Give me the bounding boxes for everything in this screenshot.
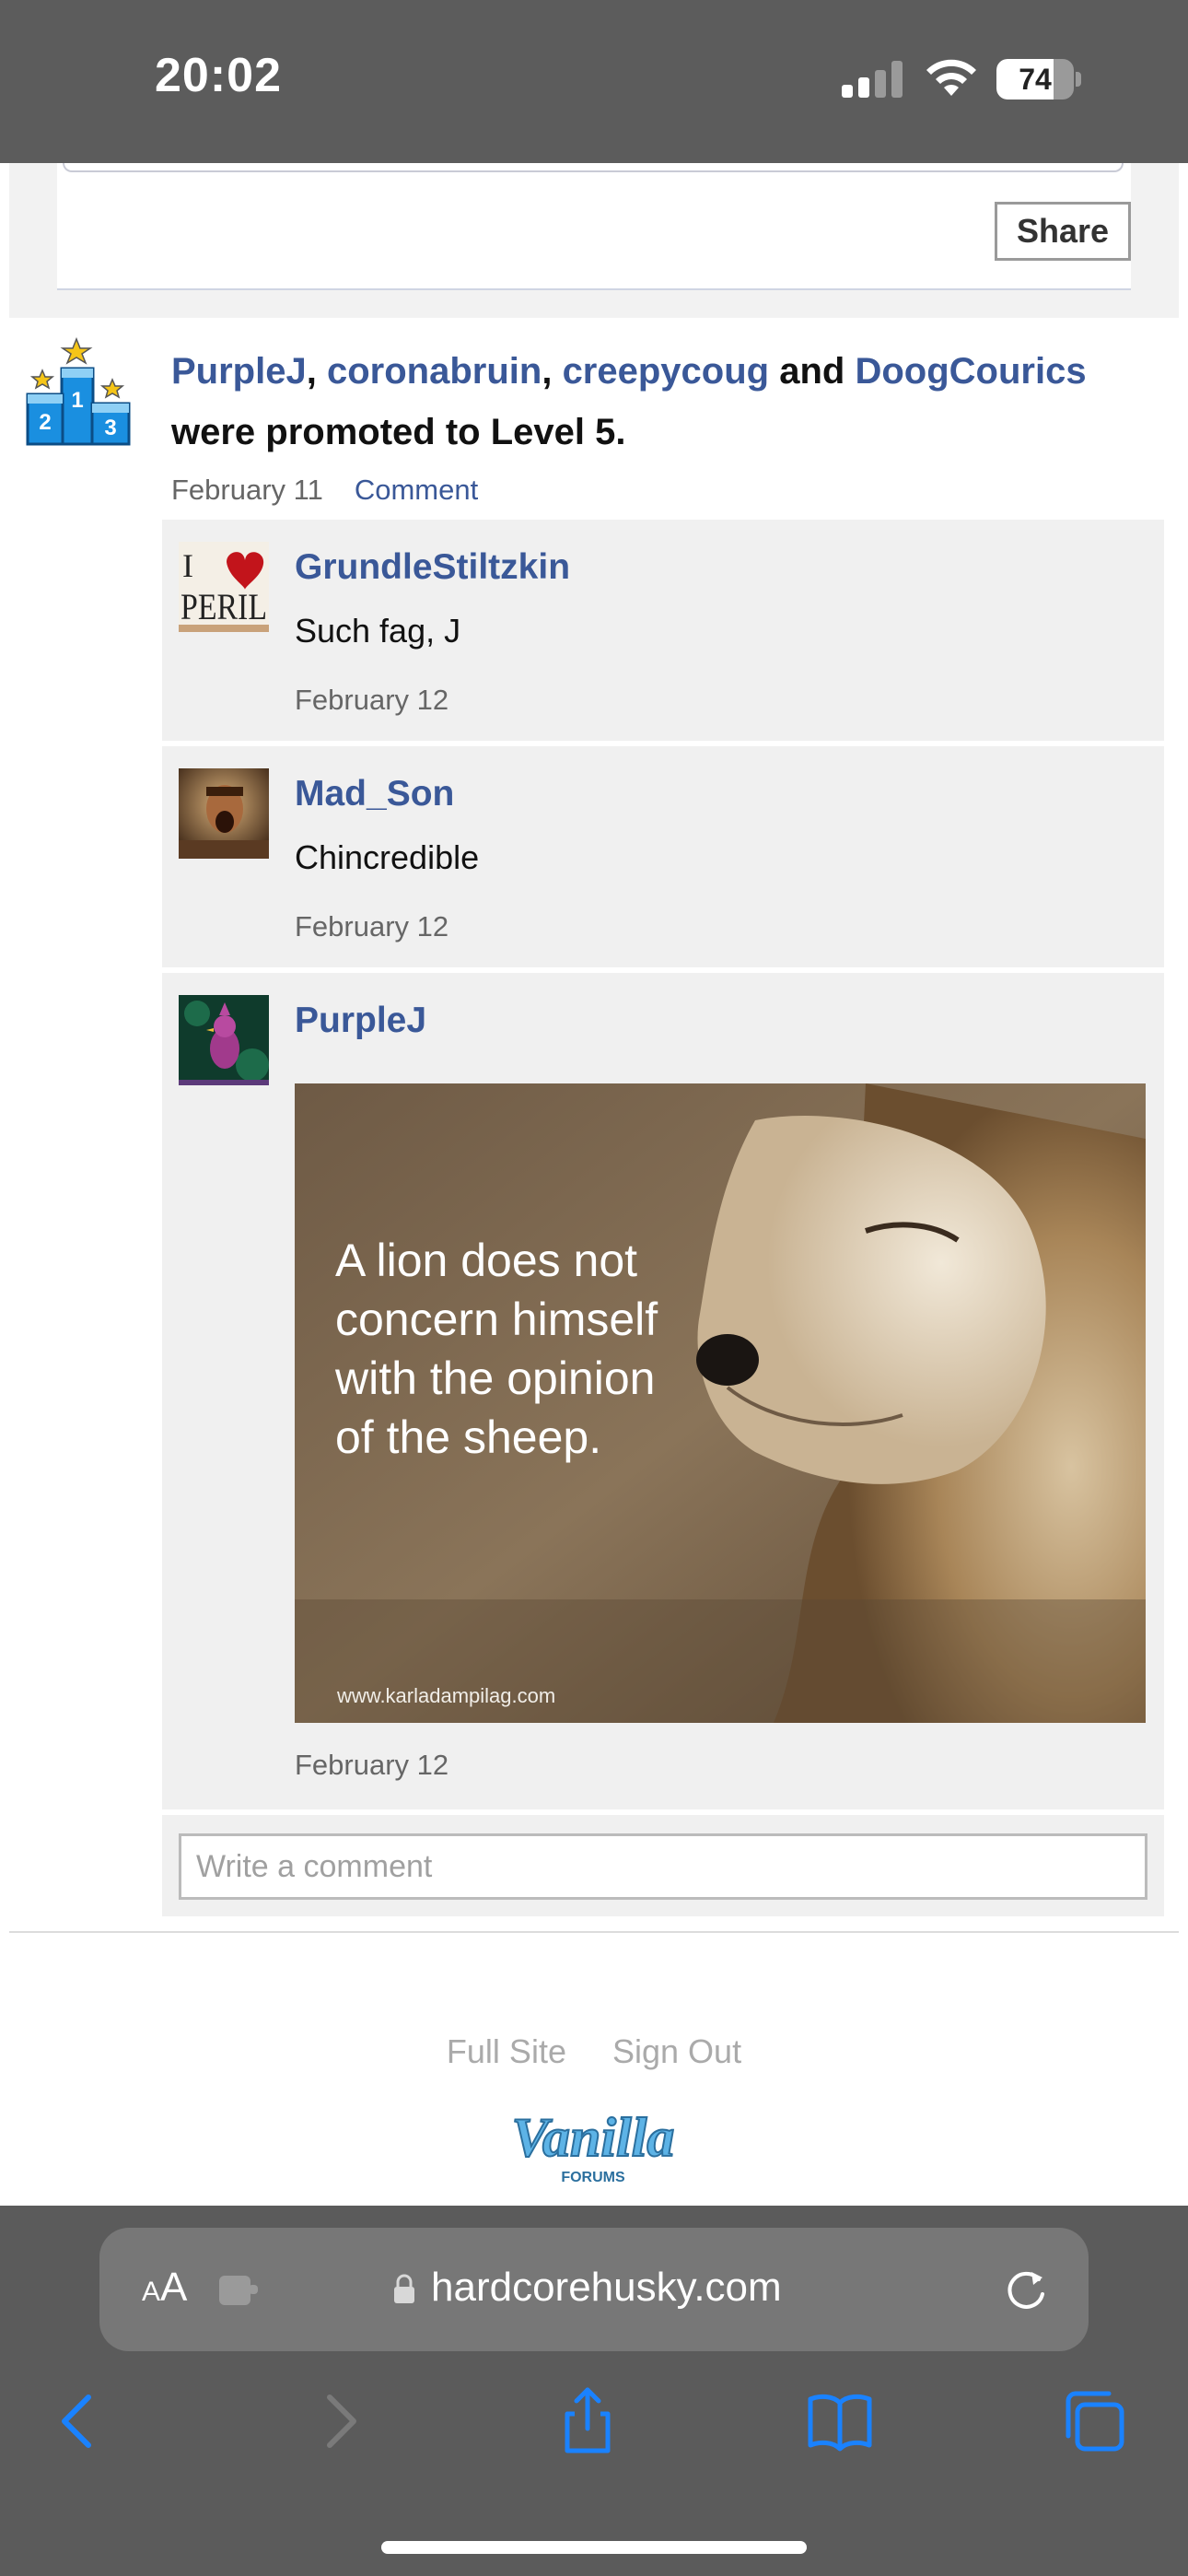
comment-date: February 12 [295,1749,449,1781]
user-link-coronabruin[interactable]: coronabruin [327,351,542,392]
footer-links: Full Site Sign Out [0,2032,1188,2071]
lion-quote-text: A lion does not concern himself with the… [335,1235,658,1463]
logo-text: Vanilla [512,2107,675,2168]
address-bar[interactable]: AA hardcorehusky.com [99,2228,1089,2351]
i-heart-peril-avatar[interactable]: I PERIL [179,542,269,632]
warrior-avatar[interactable] [179,768,269,859]
forward-icon[interactable] [302,2386,372,2456]
previous-post-input-edge [63,163,1124,172]
comment-author[interactable]: PurpleJ [295,1001,426,1041]
share-button[interactable]: Share [995,202,1131,261]
browser-nav-row [0,2386,1188,2469]
and-text: and [779,351,845,392]
comment-item: I PERIL GrundleStiltzkin Such fag, J Feb… [162,520,1164,741]
activity-text: PurpleJ, coronabruin, creepycoug and Doo… [171,341,1166,463]
comment-body: Chincredible [295,838,480,876]
sign-out-link[interactable]: Sign Out [612,2032,741,2070]
activity-meta: February 11 Comment [171,474,478,507]
user-link-creepycoug[interactable]: creepycoug [563,351,770,392]
podium-number-3: 3 [104,416,116,440]
previous-post-card [57,163,1131,290]
cellular-signal-icon [842,61,904,98]
share-icon[interactable] [553,2386,623,2456]
vanilla-forums-logo[interactable]: Vanilla FORUMS [494,2099,693,2191]
divider [9,1931,1179,1933]
write-comment-box [162,1815,1164,1916]
comment-body: Such fag, J [295,612,461,650]
full-site-link[interactable]: Full Site [447,2032,566,2070]
wifi-icon [926,59,976,96]
bookmarks-icon[interactable] [805,2386,875,2456]
extension-icon[interactable] [217,2270,260,2307]
avatar-letter: I [182,547,193,584]
status-bar: 20:02 74 [0,0,1188,163]
comment-author[interactable]: GrundleStiltzkin [295,547,570,588]
comment-item: Mad_Son Chincredible February 12 [162,746,1164,967]
write-comment-input[interactable] [179,1833,1147,1900]
comment-author[interactable]: Mad_Son [295,774,454,814]
user-link-purplej[interactable]: PurpleJ [171,351,307,392]
battery-icon: 74 [996,59,1081,100]
back-icon[interactable] [46,2386,116,2456]
battery-percent: 74 [1019,63,1052,96]
comment-date: February 12 [295,684,449,716]
previous-post-footer: Share [9,163,1179,318]
podium-icon: 1 2 3 [26,337,131,446]
logo-subtext: FORUMS [561,2170,625,2185]
podium-number-1: 1 [71,388,83,413]
comment-date: February 12 [295,910,449,943]
lion-quote-image[interactable]: A lion does not concern himself with the… [295,1083,1146,1723]
status-time: 20:02 [155,49,282,102]
avatar-word: PERIL [181,586,267,627]
lock-icon [394,2274,414,2303]
bird-avatar[interactable] [179,995,269,1085]
reload-icon[interactable] [1002,2266,1050,2314]
browser-toolbar: AA hardcorehusky.com [0,2206,1188,2576]
tabs-icon[interactable] [1059,2386,1129,2456]
reader-text-size-button[interactable]: AA [142,2265,187,2311]
user-link-doogcourics[interactable]: DoogCourics [855,351,1086,392]
activity-date: February 11 [171,474,323,506]
home-indicator [381,2541,807,2554]
comment-link[interactable]: Comment [355,474,478,506]
promotion-text: were promoted to Level 5. [171,412,626,452]
comma: , [306,351,317,392]
image-watermark: www.karladampilag.com [337,1684,556,1707]
comma: , [542,351,553,392]
url-text: hardcorehusky.com [431,2265,782,2310]
podium-number-2: 2 [39,410,51,435]
